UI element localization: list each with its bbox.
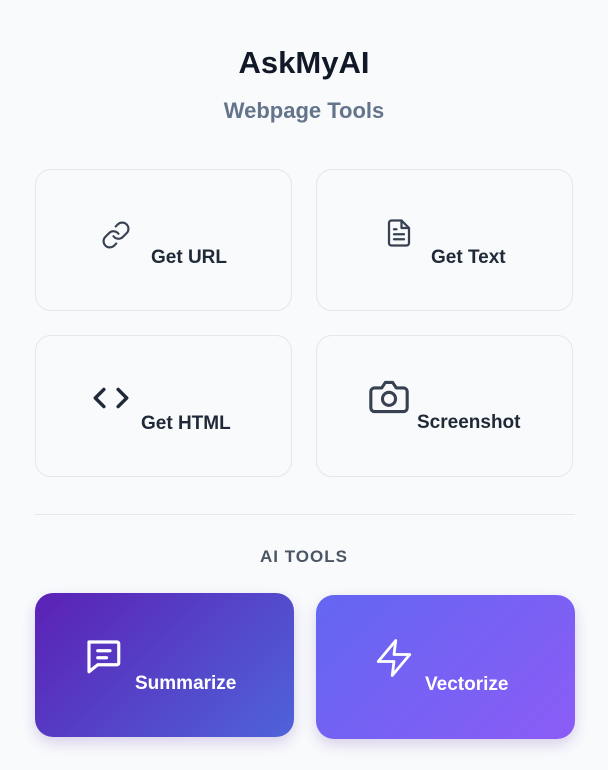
camera-icon — [369, 380, 409, 414]
get-text-button[interactable]: Get Text — [316, 169, 573, 311]
page-title: AskMyAI — [238, 45, 370, 80]
summarize-button[interactable]: Summarize — [35, 593, 294, 737]
page-subtitle: Webpage Tools — [223, 98, 385, 123]
link-icon — [102, 221, 130, 249]
code-icon — [93, 387, 129, 409]
document-icon — [387, 219, 411, 247]
get-url-button[interactable]: Get URL — [35, 169, 292, 311]
lightning-icon — [376, 639, 412, 677]
ai-tools-heading: AI TOOLS — [260, 547, 348, 566]
get-text-label: Get Text — [431, 247, 506, 268]
summarize-label: Summarize — [135, 673, 237, 694]
get-url-label: Get URL — [151, 247, 227, 268]
section-divider — [35, 514, 575, 515]
vectorize-button[interactable]: Vectorize — [316, 595, 575, 739]
get-html-button[interactable]: Get HTML — [35, 335, 292, 477]
screenshot-label: Screenshot — [417, 412, 521, 433]
screenshot-button[interactable]: Screenshot — [316, 335, 573, 477]
get-html-label: Get HTML — [141, 413, 231, 434]
vectorize-label: Vectorize — [425, 674, 509, 695]
chat-icon — [87, 640, 121, 674]
